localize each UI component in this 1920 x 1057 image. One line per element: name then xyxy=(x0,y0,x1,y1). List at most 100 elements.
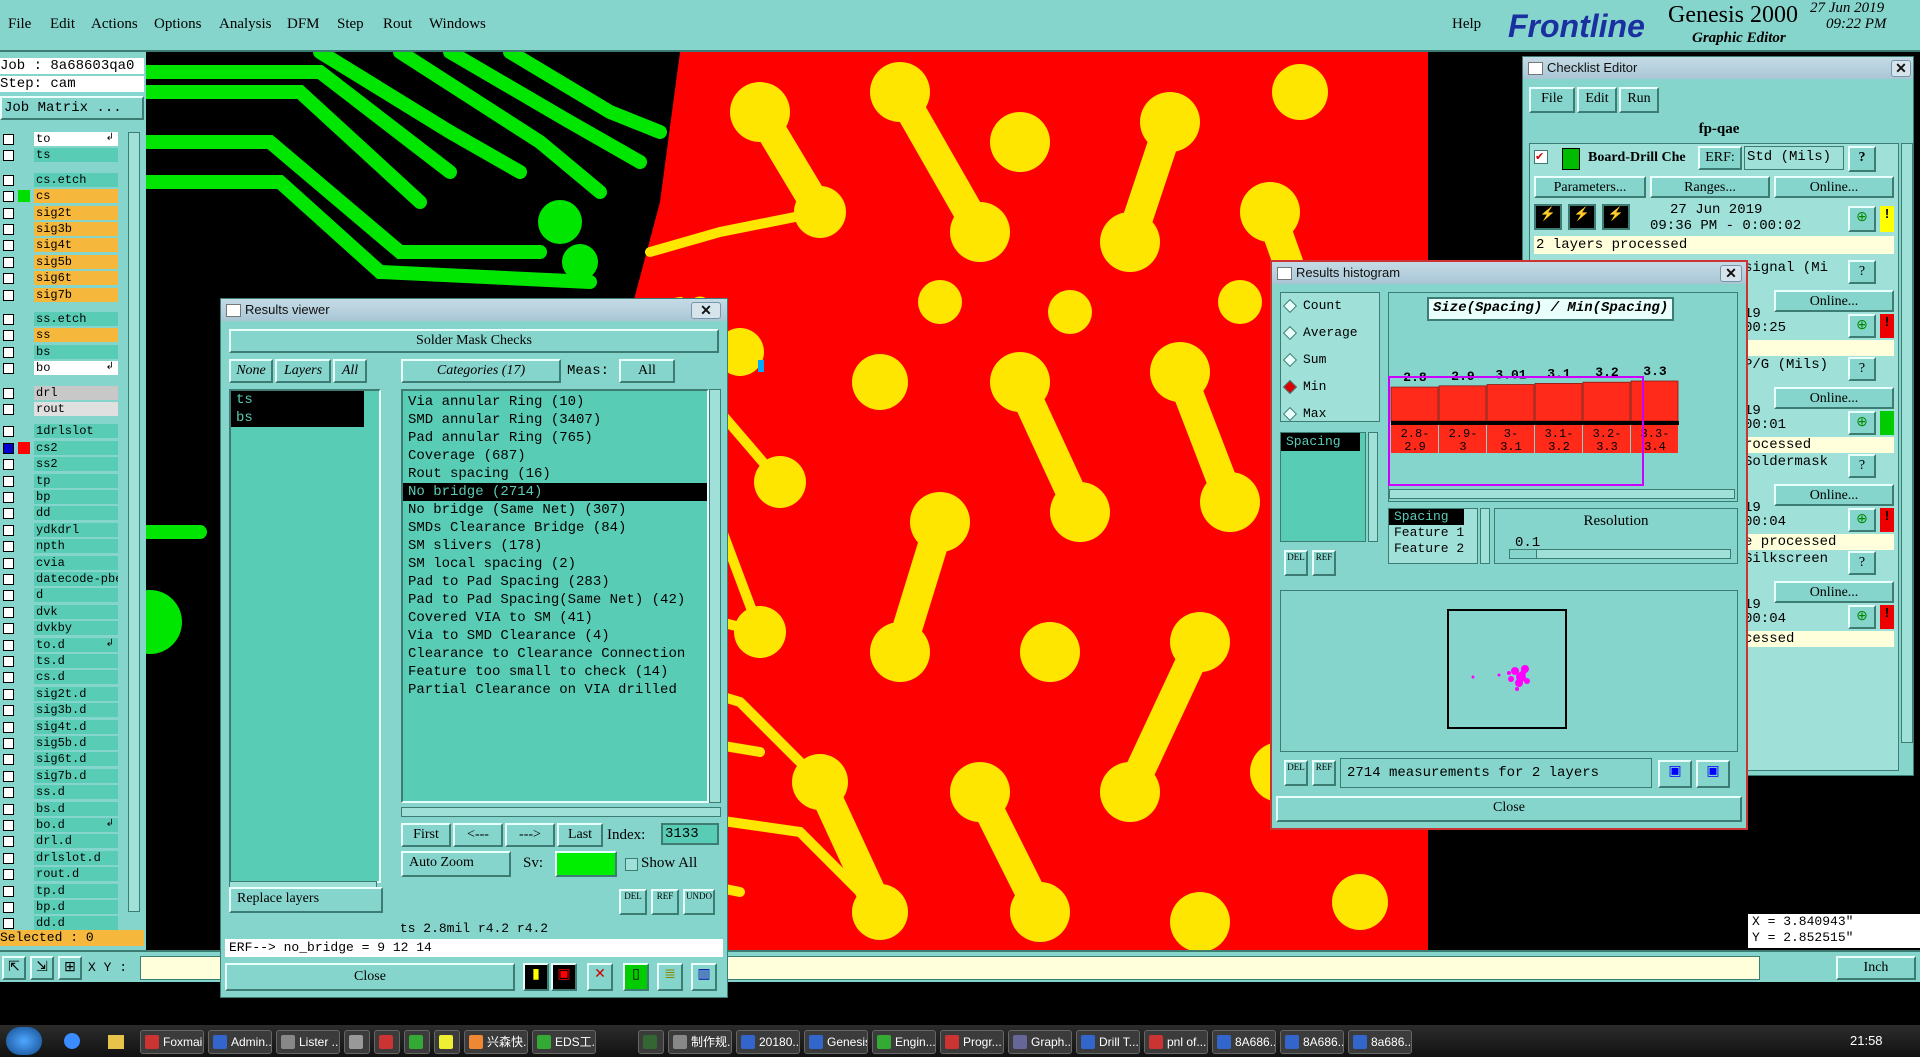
layer-checkbox[interactable] xyxy=(3,240,14,252)
layer-name[interactable]: sig6t.d xyxy=(34,752,118,767)
category-item[interactable]: Pad to Pad Spacing (283) xyxy=(403,573,707,591)
run-icon-3[interactable]: ⚡ xyxy=(1602,204,1630,230)
taskbar-button[interactable]: 20180... xyxy=(736,1030,800,1054)
category-item[interactable]: Via annular Ring (10) xyxy=(403,393,707,411)
zoom-results-icon[interactable]: ⊕ xyxy=(1848,508,1876,532)
layer-checkbox[interactable] xyxy=(3,869,14,881)
layer-row[interactable]: ss.etch xyxy=(2,312,118,327)
layer-name[interactable]: sig3b xyxy=(34,222,118,236)
histogram-option-min[interactable]: Min xyxy=(1282,378,1326,396)
layer-checkbox[interactable] xyxy=(3,346,14,358)
checklist-online-button[interactable]: Online... xyxy=(1774,387,1894,409)
results-close-button[interactable]: Close xyxy=(225,963,515,991)
grid-icon[interactable]: ⊞ xyxy=(58,956,82,980)
layer-checkbox[interactable] xyxy=(3,721,14,733)
layer-checkbox[interactable] xyxy=(3,705,14,717)
layer-row[interactable]: bo ↲ xyxy=(2,361,118,376)
menu-file[interactable]: File xyxy=(8,16,31,33)
zoom-results-icon[interactable]: ⊕ xyxy=(1848,411,1876,435)
layer-checkbox[interactable] xyxy=(3,639,14,651)
layer-checkbox[interactable] xyxy=(3,852,14,864)
layer-checkbox[interactable] xyxy=(3,256,14,268)
layer-checkbox[interactable] xyxy=(3,191,14,203)
layer-row[interactable]: rout xyxy=(2,402,118,417)
menu-analysis[interactable]: Analysis xyxy=(219,16,272,33)
layer-row[interactable]: cs.d xyxy=(2,670,118,685)
layer-row[interactable]: sig3b xyxy=(2,222,118,237)
parameters-button[interactable]: Parameters... xyxy=(1534,176,1646,198)
layer-checkbox[interactable] xyxy=(3,836,14,848)
menu-windows[interactable]: Windows xyxy=(429,16,486,33)
category-list[interactable]: Via annular Ring (10) SMD annular Ring (3… xyxy=(401,389,709,803)
layer-name[interactable]: bp.d xyxy=(34,900,118,914)
category-item[interactable]: Clearance to Clearance Connection xyxy=(403,645,707,663)
help-icon[interactable]: ? xyxy=(1848,260,1876,284)
layer-row[interactable]: tp.d xyxy=(2,883,118,899)
checklist-online-button[interactable]: Online... xyxy=(1774,290,1894,312)
layer-row[interactable]: tp xyxy=(2,473,118,489)
histogram-option-average[interactable]: Average xyxy=(1282,324,1358,342)
layer-name[interactable]: dvkby xyxy=(34,621,118,636)
folder-icon[interactable] xyxy=(108,1035,124,1049)
help-icon[interactable]: ? xyxy=(1848,551,1876,575)
last-button[interactable]: Last xyxy=(557,823,603,847)
layer-checkbox[interactable] xyxy=(3,387,14,399)
zoom-select[interactable]: Auto Zoom xyxy=(401,851,511,877)
layer-name[interactable]: dvk xyxy=(34,604,118,619)
tool-c-icon[interactable]: ✕ xyxy=(587,963,613,991)
histogram-ref-button[interactable]: REF xyxy=(1312,550,1336,576)
layer-checkbox[interactable] xyxy=(3,508,14,520)
layer-name[interactable]: 1drlslot xyxy=(34,424,118,439)
menu-dfm[interactable]: DFM xyxy=(287,16,320,33)
layer-row[interactable]: dvkby xyxy=(2,621,118,636)
field-feature-1[interactable]: Feature 1 xyxy=(1389,525,1477,541)
layers-button[interactable]: Layers xyxy=(275,359,331,383)
taskbar-button[interactable]: Lister ... xyxy=(276,1030,340,1054)
layer-row[interactable]: sig6t.d xyxy=(2,752,118,767)
layer-checkbox[interactable] xyxy=(3,524,14,536)
taskbar-button[interactable]: 兴森快... xyxy=(464,1030,528,1054)
layer-checkbox[interactable] xyxy=(3,557,14,569)
taskbar-button[interactable]: 制作规... xyxy=(668,1030,732,1054)
resolution-slider-thumb[interactable] xyxy=(1510,550,1537,558)
layer-row[interactable]: dd xyxy=(2,506,118,521)
layer-checkbox[interactable] xyxy=(3,442,14,454)
menu-edit[interactable]: Edit xyxy=(50,16,75,33)
ref-button[interactable]: REF xyxy=(651,889,679,915)
first-button[interactable]: First xyxy=(401,823,451,847)
help-icon[interactable]: ? xyxy=(1848,454,1876,478)
layer-checkbox[interactable] xyxy=(3,475,14,487)
layer-checkbox[interactable] xyxy=(3,672,14,684)
layer-row[interactable]: sig4t.d xyxy=(2,719,118,735)
layer-name[interactable]: tp xyxy=(34,473,118,488)
category-item[interactable]: Rout spacing (16) xyxy=(403,465,707,483)
layer-name[interactable]: rout xyxy=(34,402,118,416)
run-icon-2[interactable]: ⚡ xyxy=(1568,204,1596,230)
layer-row[interactable]: ts.d xyxy=(2,654,118,669)
tool-icon-2[interactable]: ⇲ xyxy=(30,956,54,980)
taskbar-button[interactable]: EDS工... xyxy=(532,1030,596,1054)
taskbar-button[interactable] xyxy=(434,1030,460,1054)
units-select[interactable]: Inch xyxy=(1836,956,1916,980)
layer-name[interactable]: ss2 xyxy=(34,457,118,472)
layer-row[interactable]: to.d ↲ xyxy=(2,637,118,653)
layer-name[interactable]: drlslot.d xyxy=(34,850,118,865)
layer-row[interactable]: sig4t xyxy=(2,238,118,253)
results-layer-list[interactable]: ts bs xyxy=(229,389,381,883)
layer-row[interactable]: ss xyxy=(2,328,118,343)
layer-checkbox[interactable] xyxy=(3,289,14,301)
layer-checkbox[interactable] xyxy=(3,174,14,186)
layer-row[interactable]: sig5b xyxy=(2,254,118,270)
tool-a-icon[interactable]: ▮ xyxy=(523,963,549,991)
layer-row[interactable]: sig7b xyxy=(2,287,118,303)
layer-name[interactable]: sig7b.d xyxy=(34,768,118,783)
chart-icon[interactable]: ▥ xyxy=(691,963,717,991)
radio-diamond-icon[interactable] xyxy=(1282,379,1298,394)
resolution-slider[interactable] xyxy=(1509,549,1731,559)
taskbar-button[interactable]: Graph... xyxy=(1008,1030,1072,1054)
index-field[interactable]: 3133 xyxy=(661,823,719,845)
taskbar-button[interactable]: Admin... xyxy=(208,1030,272,1054)
checklist-erf-value[interactable]: P/G (Mils) xyxy=(1744,357,1844,379)
layer-row[interactable]: bp xyxy=(2,490,118,505)
layer-row[interactable]: drlslot.d xyxy=(2,850,118,866)
